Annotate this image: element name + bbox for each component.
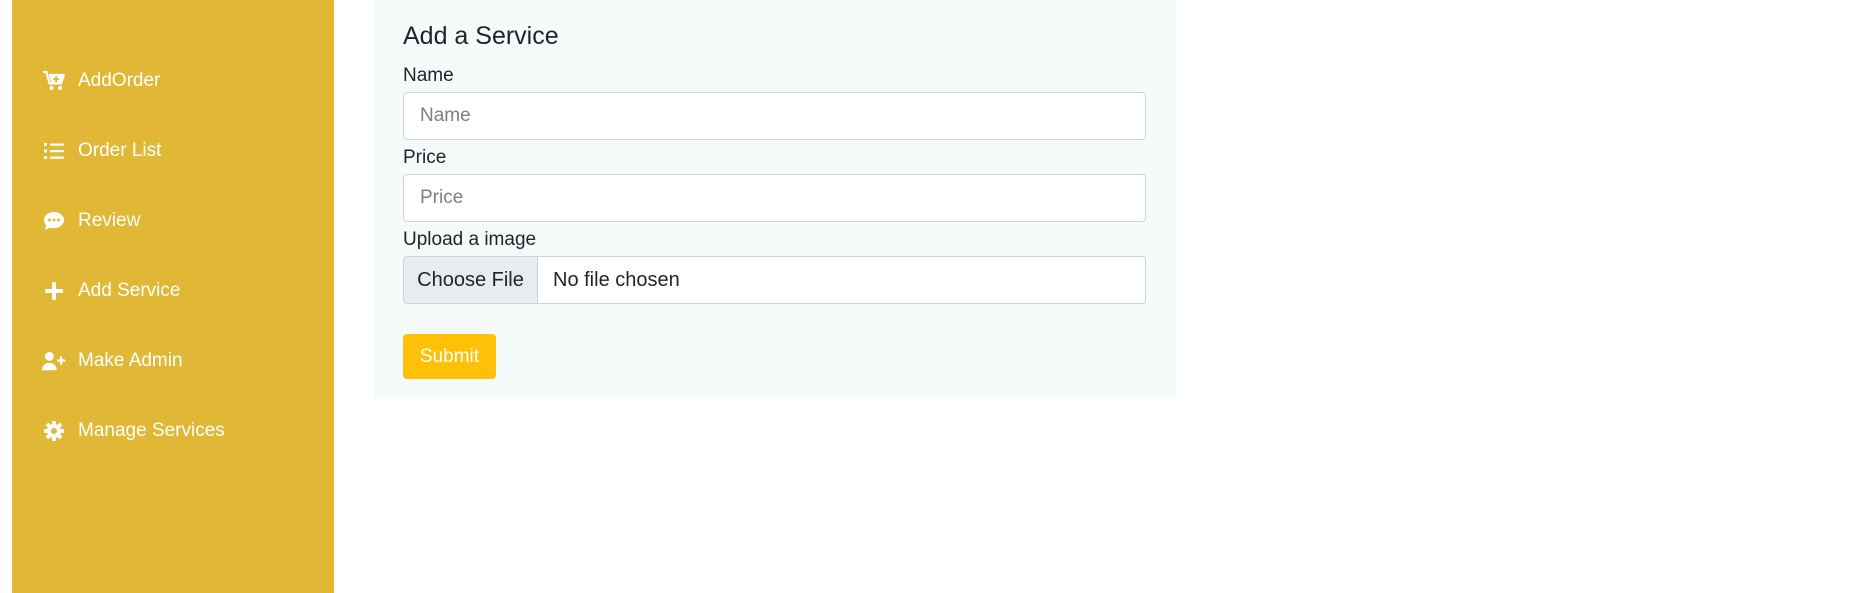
- choose-file-button[interactable]: Choose File: [404, 257, 538, 303]
- gear-icon: [42, 419, 66, 443]
- sidebar-item-review[interactable]: Review: [12, 186, 334, 256]
- sidebar-item-label: Add Service: [78, 280, 181, 301]
- sidebar-item-manage-services[interactable]: Manage Services: [12, 396, 334, 466]
- sidebar-item-label: Order List: [78, 140, 162, 161]
- submit-button[interactable]: Submit: [403, 334, 496, 379]
- name-input[interactable]: [403, 92, 1146, 140]
- sidebar-item-label: Review: [78, 210, 141, 231]
- price-input[interactable]: [403, 174, 1146, 222]
- add-service-form: Add a Service Name Price Upload a image …: [373, 0, 1176, 399]
- sidebar-item-label: Make Admin: [78, 350, 183, 371]
- file-status-text: No file chosen: [553, 268, 680, 291]
- plus-icon: [42, 279, 66, 303]
- sidebar: AddOrder Order List Review Add Service M…: [12, 0, 334, 593]
- sidebar-item-add-service[interactable]: Add Service: [12, 256, 334, 326]
- list-icon: [42, 139, 66, 163]
- cart-plus-icon: [42, 69, 66, 93]
- sidebar-item-label: Manage Services: [78, 420, 225, 441]
- sidebar-item-order-list[interactable]: Order List: [12, 116, 334, 186]
- sidebar-item-addorder[interactable]: AddOrder: [12, 46, 334, 116]
- sidebar-item-make-admin[interactable]: Make Admin: [12, 326, 334, 396]
- page-title: Add a Service: [403, 22, 559, 50]
- sidebar-item-label: AddOrder: [78, 70, 161, 91]
- comment-dots-icon: [42, 209, 66, 233]
- name-label: Name: [403, 65, 454, 86]
- price-label: Price: [403, 147, 447, 168]
- user-plus-icon: [42, 349, 66, 373]
- upload-image-label: Upload a image: [403, 229, 537, 250]
- image-file-input[interactable]: Choose File No file chosen: [403, 256, 1146, 304]
